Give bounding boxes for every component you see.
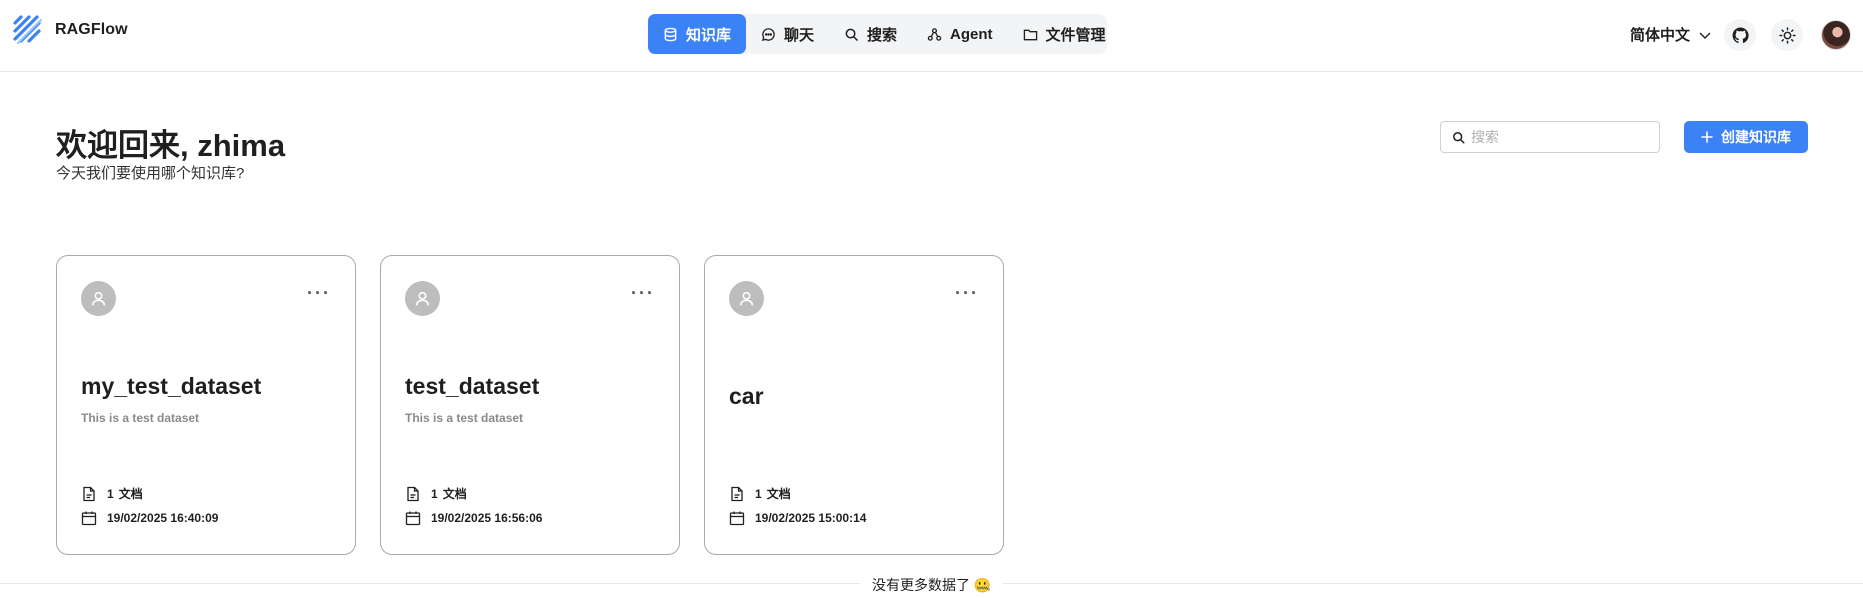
search-icon bbox=[845, 28, 858, 41]
main-nav: 知识库 聊天 搜索 Agent 文件管理 bbox=[648, 14, 1107, 54]
calendar-icon bbox=[729, 511, 745, 526]
doc-count-unit: 文档 bbox=[442, 487, 467, 501]
sun-icon bbox=[1778, 26, 1796, 44]
calendar-icon bbox=[81, 511, 97, 526]
nav-item-agent[interactable]: Agent bbox=[912, 14, 1008, 54]
date-value: 19/02/2025 15:00:14 bbox=[755, 511, 867, 525]
knowledge-base-card[interactable]: ··· test_dataset This is a test dataset … bbox=[380, 255, 680, 555]
chevron-down-icon bbox=[1699, 32, 1711, 39]
nav-item-chat[interactable]: 聊天 bbox=[746, 14, 829, 54]
brand[interactable]: RAGFlow bbox=[11, 13, 128, 47]
folder-icon bbox=[1023, 29, 1037, 40]
created-date: 19/02/2025 16:56:06 bbox=[405, 510, 542, 526]
brand-name: RAGFlow bbox=[55, 21, 128, 38]
calendar-icon bbox=[405, 511, 421, 526]
create-button-label: 创建知识库 bbox=[1721, 129, 1791, 145]
nav-item-label: 文件管理 bbox=[1045, 26, 1106, 44]
language-label: 简体中文 bbox=[1630, 27, 1691, 44]
search-box[interactable] bbox=[1440, 121, 1660, 153]
plus-icon bbox=[1701, 131, 1713, 143]
knowledge-base-card[interactable]: ··· car 1 文档 19/02/2025 15:00:14 bbox=[704, 255, 1004, 555]
more-options-button[interactable]: ··· bbox=[631, 283, 655, 304]
page-title: 欢迎回来, zhima bbox=[56, 128, 286, 163]
doc-count-value: 1 bbox=[755, 487, 762, 501]
doc-count-unit: 文档 bbox=[118, 487, 143, 501]
dataset-avatar bbox=[729, 281, 764, 316]
user-icon bbox=[91, 291, 106, 306]
ragflow-logo-icon bbox=[13, 15, 42, 44]
document-icon bbox=[407, 486, 419, 501]
document-icon bbox=[83, 486, 95, 501]
card-description: This is a test dataset bbox=[405, 411, 524, 425]
document-icon bbox=[731, 486, 743, 501]
nav-item-knowledge-base[interactable]: 知识库 bbox=[648, 14, 747, 54]
card-title: my_test_dataset bbox=[81, 373, 262, 399]
nav-item-file-management[interactable]: 文件管理 bbox=[1008, 14, 1121, 54]
user-icon bbox=[415, 291, 430, 306]
nav-item-label: 知识库 bbox=[686, 26, 732, 44]
card-description: This is a test dataset bbox=[81, 411, 200, 425]
knowledge-base-card[interactable]: ··· my_test_dataset This is a test datas… bbox=[56, 255, 356, 555]
more-options-button[interactable]: ··· bbox=[307, 283, 331, 304]
database-icon bbox=[664, 27, 677, 41]
card-title: car bbox=[729, 383, 764, 409]
github-button[interactable] bbox=[1724, 19, 1756, 51]
create-knowledge-base-button[interactable]: 创建知识库 bbox=[1684, 121, 1808, 153]
more-options-button[interactable]: ··· bbox=[955, 283, 979, 304]
search-input[interactable] bbox=[1471, 129, 1641, 145]
doc-count-value: 1 bbox=[431, 487, 438, 501]
dataset-avatar bbox=[405, 281, 440, 316]
nav-item-label: 搜索 bbox=[867, 26, 898, 44]
dataset-avatar bbox=[81, 281, 116, 316]
theme-toggle-button[interactable] bbox=[1771, 19, 1803, 51]
created-date: 19/02/2025 16:40:09 bbox=[81, 510, 218, 526]
nav-item-label: Agent bbox=[950, 25, 993, 43]
search-icon bbox=[1453, 131, 1465, 144]
document-count: 1 文档 bbox=[405, 485, 467, 502]
date-value: 19/02/2025 16:40:09 bbox=[107, 511, 219, 525]
page-subtitle: 今天我们要使用哪个知识库? bbox=[56, 165, 245, 182]
no-more-data-text: 没有更多数据了 🤐 bbox=[860, 575, 1004, 595]
document-count: 1 文档 bbox=[729, 485, 791, 502]
nav-item-search[interactable]: 搜索 bbox=[829, 14, 912, 54]
agent-icon bbox=[927, 27, 942, 41]
document-count: 1 文档 bbox=[81, 485, 143, 502]
language-selector[interactable]: 简体中文 bbox=[1630, 24, 1712, 45]
doc-count-value: 1 bbox=[107, 487, 114, 501]
github-icon bbox=[1732, 27, 1749, 43]
card-title: test_dataset bbox=[405, 373, 540, 399]
date-value: 19/02/2025 16:56:06 bbox=[431, 511, 543, 525]
top-header: RAGFlow 知识库 聊天 搜索 Agent 文件管理 简体中文 bbox=[0, 0, 1863, 72]
user-icon bbox=[739, 291, 754, 306]
doc-count-unit: 文档 bbox=[766, 487, 791, 501]
created-date: 19/02/2025 15:00:14 bbox=[729, 510, 866, 526]
nav-item-label: 聊天 bbox=[784, 26, 815, 44]
user-avatar[interactable] bbox=[1821, 20, 1851, 50]
chat-icon bbox=[761, 27, 775, 41]
